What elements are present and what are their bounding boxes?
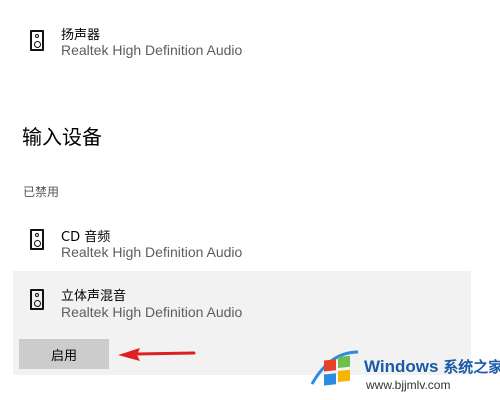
input-device-name: CD 音频: [61, 230, 111, 245]
input-device-driver: Realtek High Definition Audio: [61, 244, 243, 260]
output-device-name: 扬声器: [61, 28, 101, 43]
section-title-input-devices: 输入设备: [22, 125, 102, 149]
red-arrow-annotation: [118, 348, 196, 361]
speaker-icon: [30, 229, 44, 250]
watermark-brand: Windows 系统之家: [364, 357, 500, 376]
input-device-name: 立体声混音: [61, 289, 127, 304]
speaker-icon: [30, 30, 44, 51]
input-device-driver: Realtek High Definition Audio: [61, 304, 243, 320]
windows-logo-icon: [310, 350, 359, 386]
output-device-driver: Realtek High Definition Audio: [61, 42, 243, 58]
watermark: Windows 系统之家 www.bjjmlv.com: [300, 342, 500, 400]
watermark-url: www.bjjmlv.com: [366, 378, 451, 392]
disabled-group-label: 已禁用: [23, 185, 60, 199]
enable-button[interactable]: 启用: [19, 339, 109, 369]
speaker-icon: [30, 289, 44, 310]
